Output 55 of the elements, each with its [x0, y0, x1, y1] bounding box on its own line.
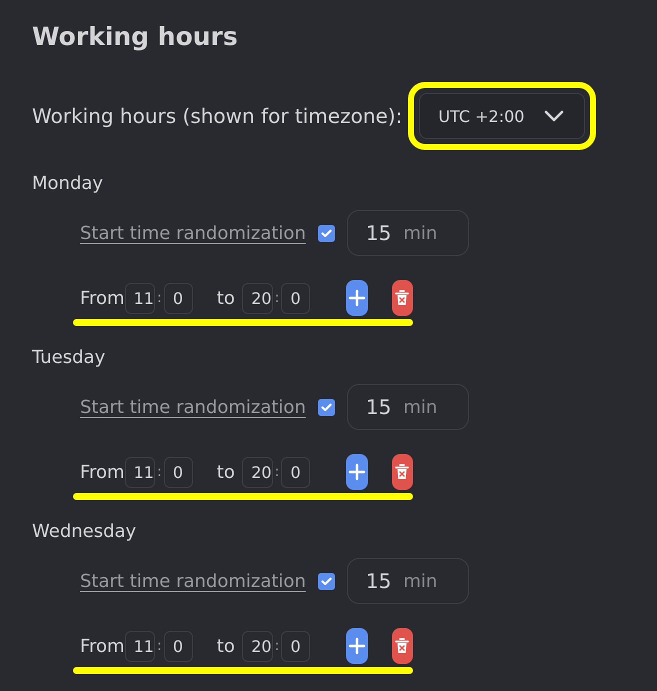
time-separator: : — [274, 464, 280, 480]
minutes-field[interactable]: 15 min — [346, 210, 469, 256]
randomization-link[interactable]: Start time randomization — [80, 222, 306, 244]
check-icon — [320, 402, 332, 412]
hour-field[interactable]: 11 — [124, 456, 155, 488]
add-button[interactable] — [346, 454, 368, 490]
time-separator: : — [274, 638, 280, 654]
section-title: Working hours — [32, 21, 239, 53]
minute-field[interactable]: 0 — [164, 456, 193, 488]
timezone-dropdown[interactable]: UTC +2:00 — [419, 93, 586, 139]
randomization-checkbox[interactable] — [318, 224, 335, 242]
to-label: to — [216, 288, 236, 308]
minute-field[interactable]: 0 — [164, 282, 193, 314]
timezone-label: Working hours (shown for timezone): — [32, 104, 402, 128]
randomization-link[interactable]: Start time randomization — [80, 570, 306, 592]
minute-field[interactable]: 0 — [281, 630, 310, 662]
time-separator: : — [156, 638, 163, 654]
minute-field[interactable]: 0 — [164, 630, 193, 662]
plus-icon — [348, 637, 366, 655]
trash-icon — [395, 638, 410, 654]
trash-icon — [395, 290, 410, 306]
hour-field[interactable]: 11 — [124, 282, 155, 314]
check-icon — [320, 576, 332, 586]
hour-field[interactable]: 20 — [242, 282, 273, 314]
chevron-down-icon — [544, 110, 564, 122]
delete-button[interactable] — [392, 628, 413, 664]
to-label: to — [216, 636, 236, 656]
hour-field[interactable]: 11 — [124, 630, 155, 662]
day-label: Monday — [32, 172, 104, 196]
plus-icon — [348, 463, 366, 481]
from-label: From — [80, 636, 125, 656]
delete-button[interactable] — [392, 280, 413, 316]
add-button[interactable] — [346, 280, 368, 316]
time-separator: : — [156, 290, 163, 306]
hour-field[interactable]: 20 — [242, 630, 273, 662]
to-label: to — [216, 462, 236, 482]
time-separator: : — [156, 464, 163, 480]
randomization-link[interactable]: Start time randomization — [80, 396, 306, 418]
add-button[interactable] — [346, 628, 368, 664]
from-label: From — [80, 288, 125, 308]
minute-field[interactable]: 0 — [281, 456, 310, 488]
minute-field[interactable]: 0 — [281, 282, 310, 314]
time-separator: : — [274, 290, 280, 306]
randomization-checkbox[interactable] — [318, 398, 335, 416]
delete-button[interactable] — [392, 454, 413, 490]
hour-field[interactable]: 20 — [242, 456, 273, 488]
randomization-checkbox[interactable] — [318, 572, 335, 590]
from-label: From — [80, 462, 125, 482]
check-icon — [320, 228, 332, 238]
minutes-field[interactable]: 15 min — [346, 558, 469, 604]
minutes-field[interactable]: 15 min — [346, 384, 469, 430]
plus-icon — [348, 289, 366, 307]
day-label: Wednesday — [32, 520, 138, 544]
trash-icon — [395, 464, 410, 480]
day-label: Tuesday — [32, 346, 106, 370]
